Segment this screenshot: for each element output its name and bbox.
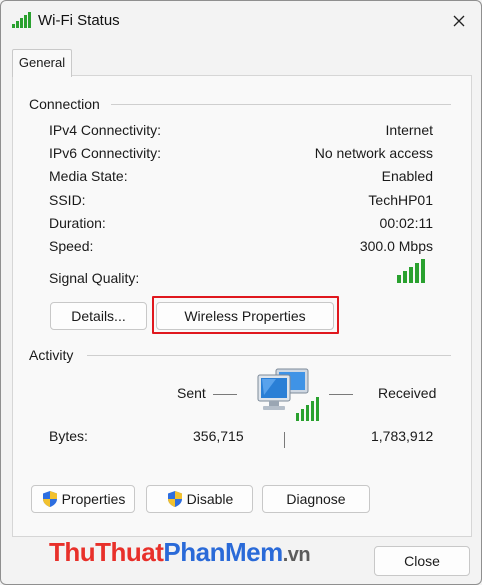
disable-button-label: Disable	[186, 491, 234, 507]
signal-quality-label: Signal Quality:	[49, 270, 140, 286]
bytes-received-value: 1,783,912	[371, 428, 434, 444]
sent-line	[213, 394, 237, 395]
ipv4-label: IPv4 Connectivity:	[49, 122, 162, 138]
wifi-status-dialog: Wi-Fi Status General Connection IPv4 Con…	[0, 0, 482, 585]
watermark-part1: ThuThuat	[49, 537, 164, 567]
duration-value: 00:02:11	[379, 215, 433, 231]
ipv6-label: IPv6 Connectivity:	[49, 145, 162, 161]
ssid-label: SSID:	[49, 192, 86, 208]
ipv4-value: Internet	[385, 122, 433, 138]
duration-label: Duration:	[49, 215, 106, 231]
sent-label: Sent	[177, 385, 206, 401]
activity-separator	[284, 432, 285, 448]
activity-divider	[87, 355, 451, 356]
close-button[interactable]: Close	[374, 546, 470, 576]
uac-shield-icon	[42, 491, 57, 507]
speed-value: 300.0 Mbps	[359, 238, 433, 254]
speed-label: Speed:	[49, 238, 94, 254]
bytes-sent-value: 356,715	[193, 428, 244, 444]
ssid-value: TechHP01	[368, 192, 433, 208]
watermark-part3: .vn	[282, 544, 311, 566]
diagnose-button[interactable]: Diagnose	[262, 485, 370, 513]
received-label: Received	[378, 385, 437, 401]
connection-heading: Connection	[29, 96, 100, 112]
bytes-label: Bytes:	[49, 428, 88, 444]
wifi-signal-icon	[12, 12, 31, 28]
network-computer-icon	[257, 368, 319, 421]
signal-quality-bars-icon	[397, 259, 425, 283]
properties-button-label: Properties	[61, 491, 126, 507]
details-button[interactable]: Details...	[50, 302, 147, 330]
tab-general[interactable]: General	[12, 49, 72, 77]
highlight-box	[152, 296, 339, 334]
window-title: Wi-Fi Status	[38, 12, 120, 29]
uac-shield-icon	[167, 491, 182, 507]
watermark-logo: ThuThuatPhanMem.vn	[49, 537, 311, 568]
disable-button[interactable]: Disable	[146, 485, 253, 513]
connection-divider	[111, 104, 451, 105]
watermark-part2: PhanMem	[163, 537, 283, 567]
received-line	[329, 394, 353, 395]
properties-button[interactable]: Properties	[31, 485, 135, 513]
ipv6-value: No network access	[314, 145, 433, 161]
media-state-value: Enabled	[381, 168, 433, 184]
title-bar: Wi-Fi Status	[1, 1, 481, 41]
close-icon[interactable]	[447, 9, 471, 33]
media-state-label: Media State:	[49, 168, 128, 184]
activity-heading: Activity	[29, 347, 74, 363]
